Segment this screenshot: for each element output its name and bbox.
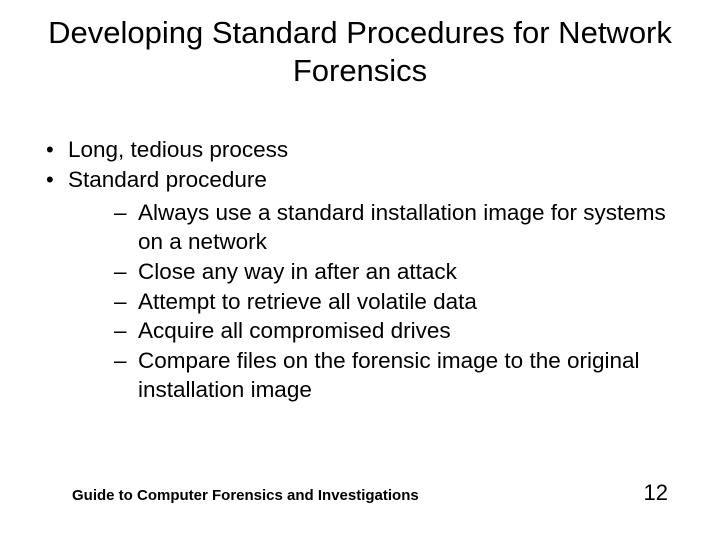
sub-bullet-text: Compare files on the forensic image to t… — [138, 348, 640, 402]
bullet-item: Standard procedure Always use a standard… — [36, 166, 684, 404]
footer-source: Guide to Computer Forensics and Investig… — [72, 487, 419, 504]
sub-bullet-item: Compare files on the forensic image to t… — [68, 347, 684, 405]
slide: Developing Standard Procedures for Netwo… — [0, 0, 720, 540]
sub-bullet-item: Acquire all compromised drives — [68, 317, 684, 346]
slide-body: Long, tedious process Standard procedure… — [36, 136, 684, 405]
slide-footer: Guide to Computer Forensics and Investig… — [72, 480, 668, 506]
sub-bullet-text: Always use a standard installation image… — [138, 200, 666, 254]
sub-bullet-text: Acquire all compromised drives — [138, 318, 451, 343]
bullet-item: Long, tedious process — [36, 136, 684, 165]
sub-bullet-item: Close any way in after an attack — [68, 258, 684, 287]
bullet-text: Long, tedious process — [68, 137, 288, 162]
sub-bullet-item: Attempt to retrieve all volatile data — [68, 288, 684, 317]
slide-title: Developing Standard Procedures for Netwo… — [36, 14, 684, 90]
sub-bullet-item: Always use a standard installation image… — [68, 199, 684, 257]
sub-bullet-list: Always use a standard installation image… — [68, 199, 684, 405]
bullet-text: Standard procedure — [68, 167, 267, 192]
sub-bullet-text: Close any way in after an attack — [138, 259, 457, 284]
sub-bullet-text: Attempt to retrieve all volatile data — [138, 289, 477, 314]
bullet-list: Long, tedious process Standard procedure… — [36, 136, 684, 405]
page-number: 12 — [644, 480, 668, 506]
